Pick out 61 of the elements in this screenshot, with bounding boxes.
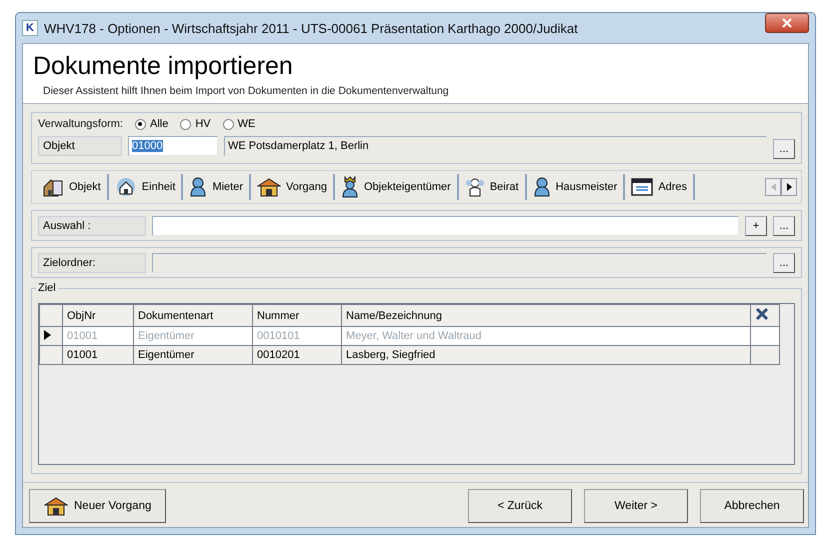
tab[interactable]: Adres bbox=[625, 174, 696, 200]
column-header[interactable]: Nummer bbox=[252, 304, 342, 326]
app-icon: K bbox=[22, 20, 38, 36]
page-subtitle: Dieser Assistent hilft Ihnen beim Import von Dokumenten in die Dokumentenverwaltung bbox=[43, 85, 450, 97]
group-label: Ziel bbox=[36, 282, 58, 294]
row-pointer-icon bbox=[44, 330, 51, 340]
input-field[interactable] bbox=[152, 253, 767, 273]
column-header[interactable]: Name/Bezeichnung bbox=[342, 304, 750, 326]
column-header[interactable]: ObjNr bbox=[62, 304, 134, 326]
list-icon bbox=[631, 177, 654, 197]
delete-icon[interactable] bbox=[755, 307, 769, 321]
column-header[interactable]: Dokumentenart bbox=[134, 304, 252, 326]
wizard-button[interactable]: Weiter > bbox=[584, 489, 688, 523]
window-title: WHV178 - Optionen - Wirtschaftsjahr 2011 - UTS-00061 Präsentation Karthago 2000/Judikat bbox=[44, 20, 579, 36]
page-title: Dokumente importieren bbox=[33, 52, 294, 81]
house-icon bbox=[257, 177, 281, 197]
person-icon bbox=[340, 176, 359, 198]
house-icon bbox=[44, 496, 68, 516]
house-icon bbox=[114, 177, 137, 197]
person-icon bbox=[464, 177, 485, 197]
table-cell: Eigentümer bbox=[134, 326, 252, 346]
browse-button[interactable]: ... bbox=[773, 139, 795, 159]
table-cell: 0010101 bbox=[252, 326, 342, 346]
add-button[interactable]: + bbox=[745, 216, 767, 236]
table-row[interactable]: 01001 Eigentümer 0010201 Lasberg, Siegfried bbox=[40, 346, 780, 364]
input-field[interactable] bbox=[152, 216, 739, 236]
description-field: WE Potsdamerplatz 1, Berlin bbox=[224, 136, 767, 156]
tab[interactable]: Objekteigentümer bbox=[334, 174, 459, 200]
wizard-button[interactable]: Abbrechen bbox=[700, 489, 804, 523]
table-cell: Meyer, Walter und Waltraud bbox=[342, 326, 750, 346]
tab[interactable]: Vorgang bbox=[251, 174, 335, 200]
wizard-button[interactable]: < Zurück bbox=[468, 489, 572, 523]
tab[interactable]: Hausmeister bbox=[526, 174, 626, 200]
radio-button[interactable]: Alle bbox=[134, 118, 168, 130]
close-icon bbox=[782, 18, 792, 28]
table-cell: 01001 bbox=[62, 346, 134, 364]
tab[interactable]: Mieter bbox=[183, 174, 251, 200]
input-field[interactable]: 01000 bbox=[128, 136, 218, 156]
radio-button[interactable]: WE bbox=[222, 118, 256, 130]
table-cell: 0010201 bbox=[252, 346, 342, 364]
field-label: Verwaltungsform: bbox=[38, 118, 123, 130]
tab[interactable]: Objekt bbox=[36, 174, 109, 200]
radio-button[interactable]: HV bbox=[180, 118, 211, 130]
person-icon bbox=[189, 177, 208, 197]
close-button[interactable] bbox=[765, 13, 809, 33]
house-icon bbox=[42, 177, 64, 197]
tab[interactable]: Einheit bbox=[108, 174, 184, 200]
field-label: Auswahl : bbox=[38, 216, 146, 236]
table-cell: Eigentümer bbox=[134, 346, 252, 364]
right-caret-icon bbox=[786, 183, 792, 191]
new-process-button[interactable]: Neuer Vorgang bbox=[29, 489, 166, 523]
table-cell: Lasberg, Siegfried bbox=[342, 346, 750, 364]
tab[interactable]: Beirat bbox=[458, 174, 527, 200]
browse-button[interactable]: ... bbox=[773, 216, 795, 236]
field-label: Zielordner: bbox=[38, 253, 146, 273]
left-caret-icon bbox=[770, 183, 776, 191]
field-label: Objekt bbox=[38, 136, 122, 156]
table-cell: 01001 bbox=[62, 326, 134, 346]
scroll-right-button[interactable] bbox=[781, 178, 797, 196]
browse-button[interactable]: ... bbox=[773, 253, 795, 273]
person-icon bbox=[532, 177, 551, 197]
